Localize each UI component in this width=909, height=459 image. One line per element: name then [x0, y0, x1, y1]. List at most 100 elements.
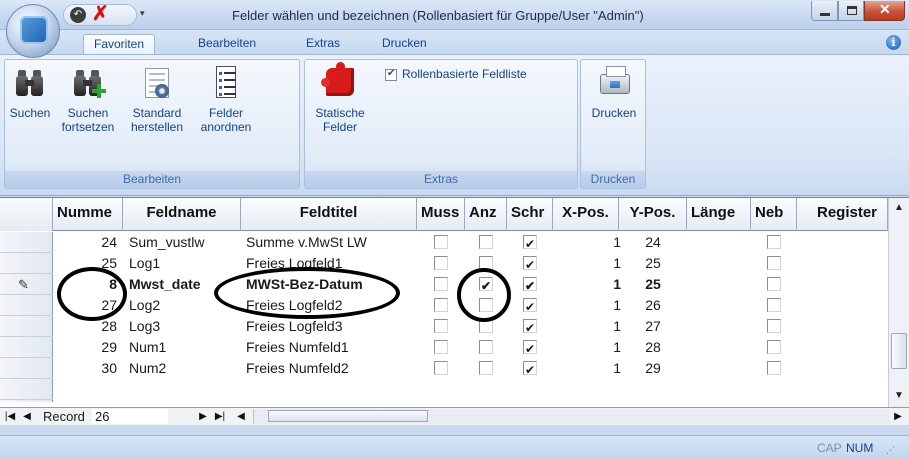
header-neb[interactable]: Neb — [751, 198, 797, 231]
record-selector[interactable] — [0, 253, 53, 274]
office-button[interactable] — [6, 4, 60, 58]
muss-checkbox[interactable] — [434, 277, 448, 292]
cell-num[interactable]: 25 — [53, 253, 117, 274]
cell-feldname[interactable]: Num1 — [129, 337, 239, 358]
table-row[interactable]: 30 Num2 Freies Numfeld2 129 — [53, 358, 888, 379]
anz-checkbox[interactable] — [479, 276, 493, 295]
standard-herstellen-button[interactable]: Standard herstellen — [121, 66, 193, 134]
neb-checkbox[interactable] — [767, 319, 781, 334]
neb-checkbox[interactable] — [767, 277, 781, 292]
anz-checkbox[interactable] — [479, 298, 493, 313]
record-selector[interactable] — [0, 295, 53, 316]
scroll-up-icon[interactable]: ▲ — [891, 200, 907, 216]
record-selector[interactable] — [0, 316, 53, 337]
rollenbasierte-feldliste-option[interactable]: Rollenbasierte Feldliste — [385, 67, 527, 81]
cell-feldname[interactable]: Mwst_date — [129, 274, 239, 295]
cell-feldname[interactable]: Num2 — [129, 358, 239, 379]
schr-checkbox[interactable] — [523, 339, 537, 358]
tab-extras[interactable]: Extras — [296, 34, 350, 54]
cell-y[interactable]: 29 — [619, 358, 687, 379]
neb-checkbox[interactable] — [767, 361, 781, 376]
cell-y[interactable]: 25 — [619, 253, 687, 274]
vertical-scrollbar[interactable]: ▲ ▼ — [888, 198, 909, 408]
cell-x[interactable]: 1 — [553, 232, 621, 253]
cancel-icon[interactable]: ✗ — [92, 3, 109, 25]
record-selector[interactable] — [0, 358, 53, 379]
cell-laenge[interactable] — [687, 253, 751, 274]
neb-checkbox[interactable] — [767, 298, 781, 313]
cell-feldtitel[interactable]: Freies Logfeld1 — [246, 253, 418, 274]
cell-num[interactable]: 27 — [53, 295, 117, 316]
cell-num[interactable]: 8 — [53, 274, 117, 295]
cell-num[interactable]: 24 — [53, 232, 117, 253]
cell-laenge[interactable] — [687, 274, 751, 295]
cell-feldtitel[interactable]: Freies Numfeld1 — [246, 337, 418, 358]
cell-x[interactable]: 1 — [553, 274, 621, 295]
maximize-button[interactable] — [838, 1, 864, 21]
cell-x[interactable]: 1 — [553, 337, 621, 358]
schr-checkbox[interactable] — [523, 276, 537, 295]
rollenbasierte-feldliste-checkbox[interactable] — [385, 68, 397, 81]
cell-feldtitel[interactable]: Freies Logfeld3 — [246, 316, 418, 337]
neb-checkbox[interactable] — [767, 256, 781, 271]
resize-grip-icon[interactable]: ⋰ — [886, 445, 895, 456]
help-icon[interactable]: i — [886, 35, 901, 50]
record-selector[interactable] — [0, 379, 53, 400]
close-button[interactable]: ✕ — [864, 1, 905, 21]
anz-checkbox[interactable] — [479, 256, 493, 271]
header-schr[interactable]: Schr — [507, 198, 553, 231]
tab-bearbeiten[interactable]: Bearbeiten — [188, 34, 266, 54]
first-record-icon[interactable]: |◀ — [3, 409, 17, 424]
schr-checkbox[interactable] — [523, 360, 537, 379]
schr-checkbox[interactable] — [523, 318, 537, 337]
cell-y[interactable]: 28 — [619, 337, 687, 358]
table-row[interactable]: 24Sum_vustlwSumme v.MwSt LW124 — [53, 232, 888, 253]
neb-checkbox[interactable] — [767, 235, 781, 250]
cell-num[interactable]: 30 — [53, 358, 117, 379]
cell-num[interactable]: 28 — [53, 316, 117, 337]
cell-feldname[interactable]: Log3 — [129, 316, 239, 337]
cell-x[interactable]: 1 — [553, 316, 621, 337]
cell-laenge[interactable] — [687, 232, 751, 253]
cell-num[interactable]: 29 — [53, 337, 117, 358]
table-row[interactable]: 27 Log2 Freies Logfeld2 126 — [53, 295, 888, 316]
header-muss[interactable]: Muss — [417, 198, 465, 231]
scrollbar-thumb[interactable] — [891, 333, 907, 369]
muss-checkbox[interactable] — [434, 235, 448, 250]
cell-y[interactable]: 27 — [619, 316, 687, 337]
schr-checkbox[interactable] — [523, 234, 537, 253]
anz-checkbox[interactable] — [479, 319, 493, 334]
header-feldtitel[interactable]: Feldtitel — [241, 198, 417, 231]
table-row[interactable]: 25Log1Freies Logfeld1125 — [53, 253, 888, 274]
cell-feldname[interactable]: Log1 — [129, 253, 239, 274]
cell-laenge[interactable] — [687, 295, 751, 316]
anz-checkbox[interactable] — [479, 361, 493, 376]
cell-feldname[interactable]: Sum_vustlw — [129, 232, 239, 253]
scroll-right-icon[interactable]: ▶ — [891, 409, 905, 424]
schr-checkbox[interactable] — [523, 255, 537, 274]
scroll-down-icon[interactable]: ▼ — [891, 388, 907, 404]
record-selector[interactable] — [0, 337, 53, 358]
cell-feldtitel[interactable]: Summe v.MwSt LW — [246, 232, 418, 253]
undo-icon[interactable]: ↶ — [70, 7, 86, 23]
suchen-button[interactable]: Suchen — [7, 66, 53, 120]
record-selector[interactable] — [0, 232, 53, 253]
muss-checkbox[interactable] — [434, 340, 448, 355]
record-number-input[interactable]: 26 — [92, 409, 168, 424]
header-anz[interactable]: Anz — [465, 198, 507, 231]
cell-x[interactable]: 1 — [553, 358, 621, 379]
last-record-icon[interactable]: ▶| — [212, 409, 228, 424]
tab-drucken[interactable]: Drucken — [372, 34, 437, 54]
suchen-fortsetzen-button[interactable]: Suchen fortsetzen — [57, 66, 119, 134]
cell-y[interactable]: 25 — [619, 274, 687, 295]
cell-y[interactable]: 24 — [619, 232, 687, 253]
cell-laenge[interactable] — [687, 316, 751, 337]
table-row[interactable]: 28 Log3 Freies Logfeld3 127 — [53, 316, 888, 337]
header-laenge[interactable]: Länge — [687, 198, 751, 231]
statische-felder-button[interactable]: Statische Felder — [309, 62, 371, 134]
header-xpos[interactable]: X-Pos. — [553, 198, 619, 231]
cell-x[interactable]: 1 — [553, 253, 621, 274]
felder-anordnen-button[interactable]: Felder anordnen — [193, 66, 259, 134]
next-record-icon[interactable]: ▶ — [196, 409, 210, 424]
cell-laenge[interactable] — [687, 337, 751, 358]
